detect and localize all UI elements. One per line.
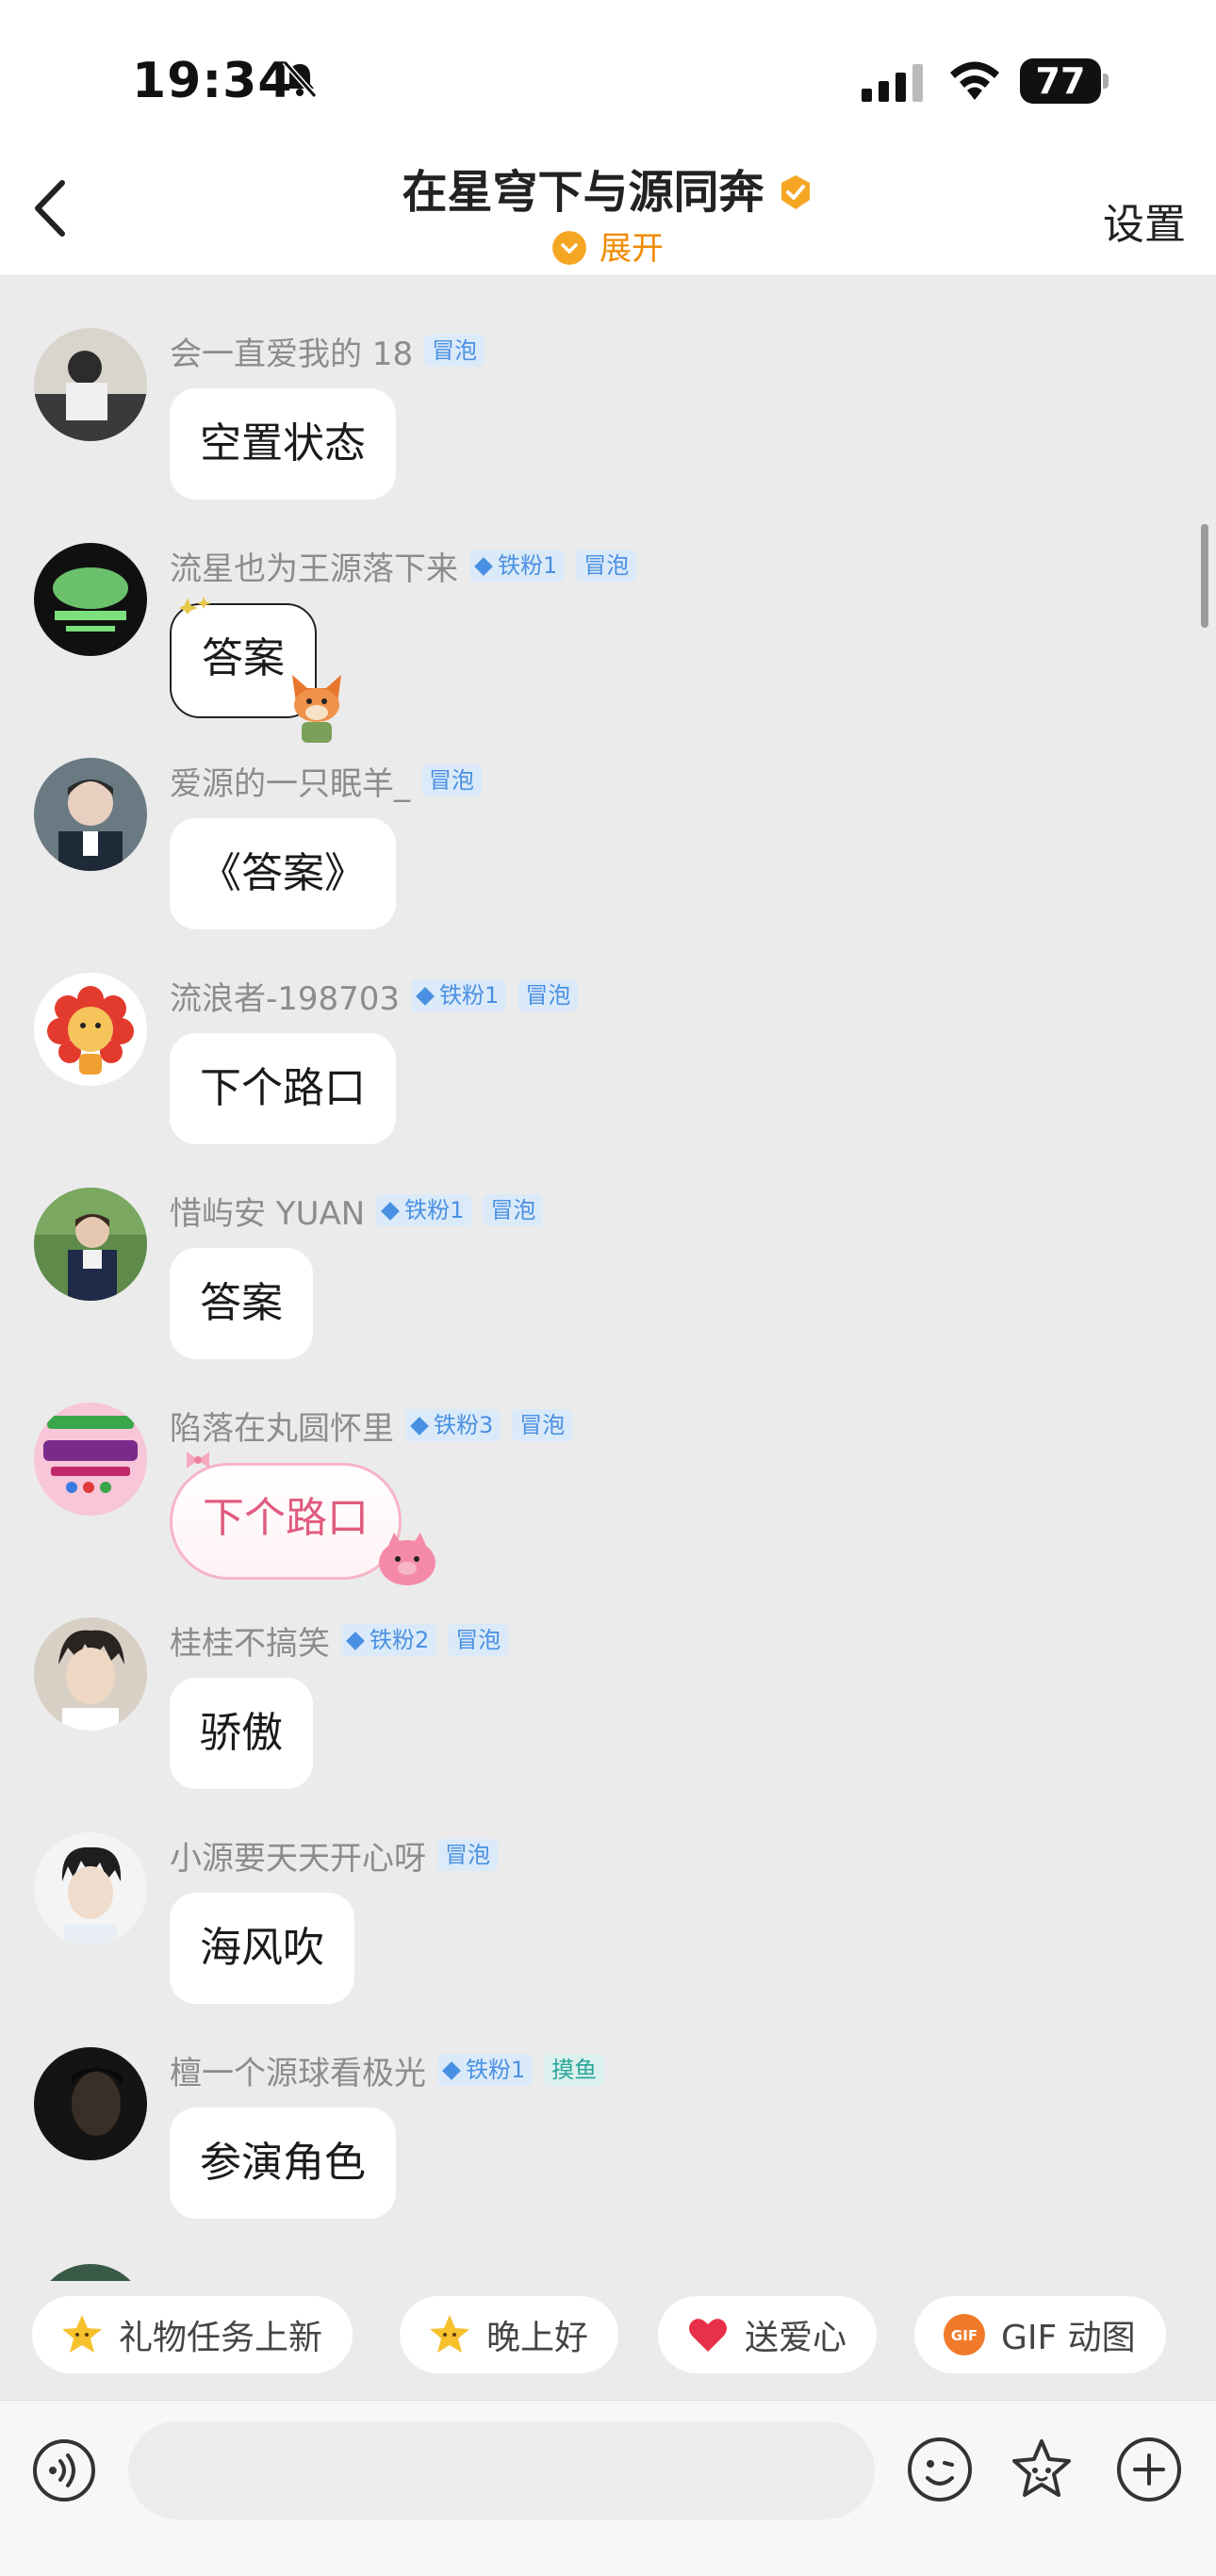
battery-level: 77: [1020, 58, 1101, 104]
message-item: 会一直爱我的 18 冒泡 空置状态: [0, 275, 1216, 500]
username[interactable]: 会一直爱我的 18: [170, 328, 413, 374]
username[interactable]: 惜屿安 YUAN: [170, 1188, 365, 1234]
badge-moyu: 摸鱼: [544, 2054, 605, 2086]
badge-fan-level: 铁粉1: [376, 1194, 472, 1226]
quick-reply-label: GIF 动图: [1001, 2319, 1136, 2357]
message-header: 桂桂不搞笑 铁粉2 冒泡: [170, 1617, 509, 1664]
quick-reply-label: 晚上好: [486, 2319, 589, 2357]
message-header: 会一直爱我的 18 冒泡: [170, 328, 485, 374]
scrollbar[interactable]: [1201, 524, 1208, 628]
cellular-signal-icon: [862, 64, 923, 102]
message-bubble[interactable]: 参演角色: [170, 2108, 396, 2219]
heart-icon: [689, 2319, 727, 2352]
message-bubble[interactable]: 《答案》: [170, 818, 396, 929]
message-header: 檀一个源球看极光 铁粉1 摸鱼: [170, 2047, 605, 2093]
status-bar: 19:34 77: [0, 0, 1216, 151]
avatar[interactable]: [34, 1617, 147, 1731]
username[interactable]: 爱源的一只眠羊_: [170, 758, 410, 804]
badge-maopao: 冒泡: [518, 979, 579, 1011]
message-header: 小源要天天开心呀 冒泡: [170, 1832, 498, 1879]
voice-input-icon[interactable]: [32, 2438, 96, 2502]
message-item: 檀一个源球看极光 铁粉1 摸鱼 参演角色: [0, 1994, 1216, 2219]
star-face-icon: [62, 2315, 102, 2353]
message-header: 陷落在丸圆怀里 铁粉3 冒泡: [170, 1403, 573, 1449]
avatar[interactable]: [34, 1188, 147, 1301]
message-header: 流浪者-198703 铁粉1 冒泡: [170, 973, 579, 1019]
message-bubble[interactable]: 海风吹: [170, 1893, 354, 2004]
chevron-down-icon: [552, 231, 586, 265]
quick-reply-good-evening[interactable]: 晚上好: [400, 2296, 619, 2373]
message-header: 流星也为王源落下来 铁粉1 冒泡: [170, 543, 637, 589]
message-bubble[interactable]: 空置状态: [170, 388, 396, 500]
avatar[interactable]: [34, 2047, 147, 2160]
message-bubble[interactable]: 骄傲: [170, 1678, 313, 1789]
quick-reply-gif[interactable]: GIF GIF 动图: [914, 2296, 1166, 2373]
avatar[interactable]: [34, 973, 147, 1086]
username[interactable]: 小源要天天开心呀: [170, 1832, 426, 1879]
message-item: 流浪者-198703 铁粉1 冒泡 下个路口: [0, 920, 1216, 1144]
sparkle-icon: [179, 597, 211, 615]
svg-text:GIF: GIF: [951, 2327, 978, 2344]
badge-fan-level: 铁粉3: [405, 1409, 501, 1441]
username[interactable]: 桂桂不搞笑: [170, 1617, 330, 1664]
message-bubble[interactable]: 下个路口: [170, 1033, 396, 1144]
username[interactable]: 陷落在丸圆怀里: [170, 1403, 394, 1449]
page-title: 在星穹下与源同奔: [402, 166, 764, 219]
message-list[interactable]: 会一直爱我的 18 冒泡 空置状态 流星也为王源落下来 铁粉1 冒泡 答案 爱源…: [0, 275, 1216, 2281]
sticker-star-icon[interactable]: [1009, 2437, 1075, 2502]
badge-maopao: 冒泡: [421, 764, 482, 796]
username[interactable]: 流星也为王源落下来: [170, 543, 458, 589]
verified-badge-icon: [781, 175, 810, 209]
message-item: 流星也为王源落下来 铁粉1 冒泡 答案: [0, 490, 1216, 743]
badge-maopao: 冒泡: [437, 1839, 498, 1871]
quick-reply-gift-task[interactable]: 礼物任务上新: [32, 2296, 353, 2373]
quick-reply-send-heart[interactable]: 送爱心: [658, 2296, 878, 2373]
star-face-icon: [430, 2315, 469, 2353]
message-input[interactable]: [128, 2421, 875, 2519]
badge-fan-level: 铁粉1: [411, 979, 507, 1011]
message-item: 惜屿安 YUAN 铁粉1 冒泡 答案: [0, 1135, 1216, 1359]
wifi-icon: [950, 61, 999, 100]
quick-reply-label: 礼物任务上新: [119, 2319, 323, 2357]
message-header: 爱源的一只眠羊_ 冒泡: [170, 758, 482, 804]
badge-maopao: 冒泡: [424, 335, 485, 367]
message-bubble[interactable]: 下个路口: [170, 1463, 402, 1580]
avatar[interactable]: [34, 328, 147, 441]
plus-icon[interactable]: [1116, 2437, 1182, 2502]
settings-button[interactable]: 设置: [1103, 190, 1186, 251]
message-item: 陷落在丸圆怀里 铁粉3 冒泡 下个路口: [0, 1350, 1216, 1585]
badge-maopao: 冒泡: [483, 1194, 544, 1226]
badge-maopao: 冒泡: [512, 1409, 573, 1441]
expand-toggle[interactable]: 展开: [0, 222, 1216, 269]
message-header: 惜屿安 YUAN 铁粉1 冒泡: [170, 1188, 544, 1234]
emoji-icon[interactable]: [907, 2437, 973, 2502]
badge-fan-level: 铁粉2: [341, 1624, 437, 1656]
quick-reply-label: 送爱心: [745, 2319, 847, 2357]
avatar[interactable]: [34, 543, 147, 656]
input-bar: [0, 2400, 1216, 2576]
message-item: 桂桂不搞笑 铁粉2 冒泡 骄傲: [0, 1565, 1216, 1789]
badge-maopao: 冒泡: [576, 550, 637, 582]
status-time: 19:34: [132, 53, 293, 109]
expand-label: 展开: [600, 230, 664, 268]
page-title-row: 在星穹下与源同奔: [0, 155, 1216, 221]
avatar[interactable]: [34, 1403, 147, 1516]
badge-fan-level: 铁粉1: [469, 550, 566, 582]
nav-bar: 在星穹下与源同奔 展开 设置: [0, 151, 1216, 276]
message-item: 小源要天天开心呀 冒泡 海风吹: [0, 1780, 1216, 2004]
pink-bow-icon: [187, 1452, 209, 1468]
badge-fan-level: 铁粉1: [437, 2054, 534, 2086]
gif-icon: GIF: [944, 2314, 985, 2355]
avatar[interactable]: [34, 1832, 147, 1945]
quick-reply-bar: 礼物任务上新 晚上好 送爱心 GIF GIF 动图: [0, 2281, 1216, 2394]
username[interactable]: 檀一个源球看极光: [170, 2047, 426, 2093]
badge-maopao: 冒泡: [448, 1624, 509, 1656]
avatar[interactable]: [34, 758, 147, 871]
avatar[interactable]: [34, 2264, 147, 2281]
message-bubble[interactable]: 答案: [170, 1248, 313, 1359]
message-item: 爱源的一只眠羊_ 冒泡 《答案》: [0, 705, 1216, 929]
bell-muted-icon: [282, 60, 318, 98]
username[interactable]: 流浪者-198703: [170, 973, 400, 1019]
battery-indicator: 77: [1020, 58, 1109, 104]
